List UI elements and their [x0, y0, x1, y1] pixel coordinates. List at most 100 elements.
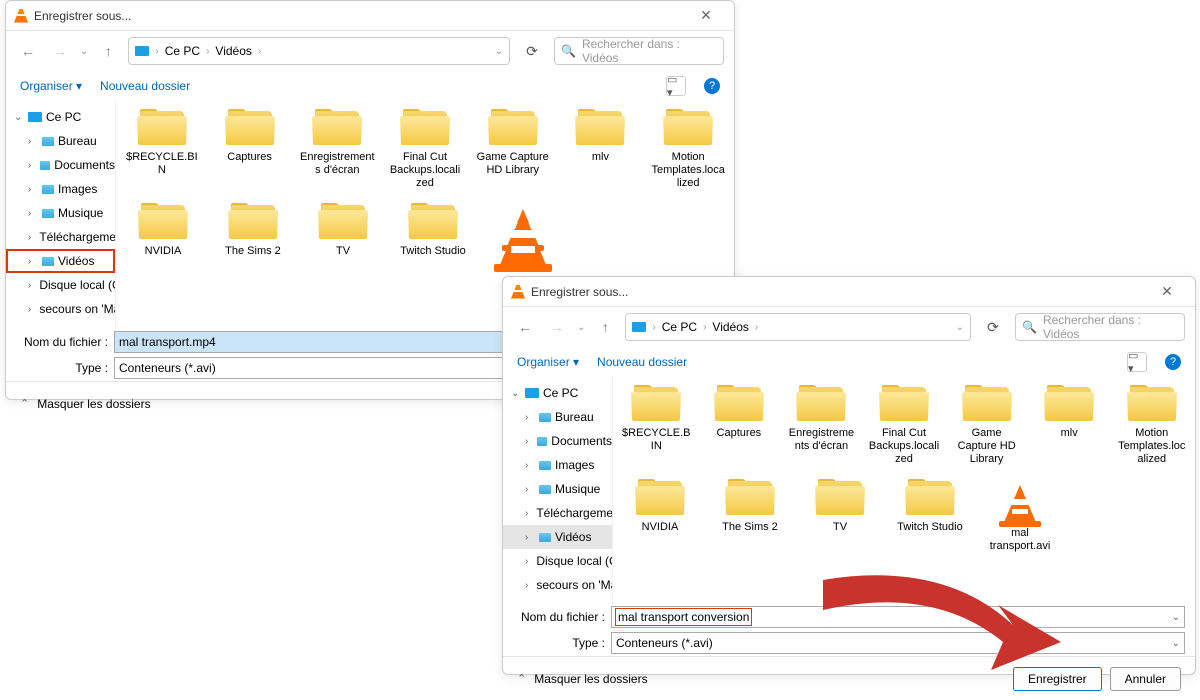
organize-menu[interactable]: Organiser ▾: [517, 355, 579, 369]
tree-item-videos[interactable]: ›Vidéos: [6, 249, 115, 273]
folder-item[interactable]: mlv: [563, 109, 639, 191]
tree-item-videos[interactable]: ›Vidéos: [503, 525, 612, 549]
help-icon[interactable]: ?: [704, 78, 720, 94]
tree-item-bureau[interactable]: ›Bureau: [503, 405, 612, 429]
folder-item[interactable]: Captures: [212, 109, 288, 191]
nav-back-icon[interactable]: ←: [513, 315, 537, 339]
help-icon[interactable]: ?: [1165, 354, 1181, 370]
folder-item[interactable]: $RECYCLE.BIN: [124, 109, 200, 191]
tree-item-images[interactable]: ›Images: [6, 177, 115, 201]
tree-item-musique[interactable]: ›Musique: [6, 201, 115, 225]
folder-icon: [229, 203, 277, 241]
refresh-icon[interactable]: ⟳: [979, 313, 1007, 341]
chevron-down-icon[interactable]: ⌄: [1172, 638, 1180, 649]
folder-icon: [40, 161, 50, 170]
folder-label: The Sims 2: [711, 521, 789, 534]
cancel-button[interactable]: Annuler: [1110, 667, 1181, 691]
tree-item-documents[interactable]: ›Documents: [503, 429, 612, 453]
breadcrumb-pc[interactable]: Ce PC: [165, 44, 200, 58]
refresh-icon[interactable]: ⟳: [518, 37, 546, 65]
chevron-down-icon[interactable]: ⌃: [20, 397, 29, 410]
folder-item[interactable]: Enregistrements d'écran: [786, 385, 857, 467]
nav-up-icon[interactable]: ↑: [96, 39, 120, 63]
folder-label: Captures: [212, 151, 288, 164]
address-bar[interactable]: › Ce PC › Vidéos › ⌄: [128, 37, 510, 65]
search-placeholder: Rechercher dans : Vidéos: [582, 37, 717, 65]
search-input[interactable]: 🔍 Rechercher dans : Vidéos: [1015, 313, 1185, 341]
chevron-right-icon: ›: [755, 322, 758, 333]
chevron-right-icon: ›: [28, 232, 31, 243]
tree-item-musique[interactable]: ›Musique: [503, 477, 612, 501]
address-bar[interactable]: › Ce PC › Vidéos › ⌄: [625, 313, 971, 341]
breadcrumb-pc[interactable]: Ce PC: [662, 320, 697, 334]
tree-item-images[interactable]: ›Images: [503, 453, 612, 477]
folder-label: mlv: [563, 151, 639, 164]
folder-label: NVIDIA: [621, 521, 699, 534]
chevron-down-icon[interactable]: ⌃: [517, 672, 526, 685]
nav-bar: ← → ⌄ ↑ › Ce PC › Vidéos › ⌄ ⟳ 🔍 Recherc…: [503, 307, 1195, 347]
view-button[interactable]: ▭ ▾: [666, 76, 686, 96]
tree-item-documents[interactable]: ›Documents: [6, 153, 115, 177]
nav-forward-icon[interactable]: →: [48, 39, 72, 63]
close-button[interactable]: ✕: [1147, 278, 1187, 306]
organize-menu[interactable]: Organiser ▾: [20, 79, 82, 93]
folder-item[interactable]: Game Capture HD Library: [951, 385, 1022, 467]
folder-label: Final Cut Backups.localized: [387, 151, 463, 191]
close-button[interactable]: ✕: [686, 2, 726, 30]
chevron-down-icon[interactable]: ⌄: [1172, 612, 1180, 623]
vlc-file-item[interactable]: mal transport.avi: [981, 479, 1059, 553]
tree-item-bureau[interactable]: ›Bureau: [6, 129, 115, 153]
chevron-down-icon[interactable]: ⌄: [495, 46, 503, 57]
history-dropdown-icon[interactable]: ⌄: [80, 46, 88, 57]
tree-root-pc[interactable]: ⌄Ce PC: [6, 105, 115, 129]
history-dropdown-icon[interactable]: ⌄: [577, 322, 585, 333]
nav-up-icon[interactable]: ↑: [593, 315, 617, 339]
chevron-right-icon: ›: [28, 208, 38, 219]
folder-item[interactable]: $RECYCLE.BIN: [621, 385, 692, 467]
filename-label: Nom du fichier :: [16, 335, 108, 349]
view-button[interactable]: ▭ ▾: [1127, 352, 1147, 372]
tree-root-pc[interactable]: ⌄Ce PC: [503, 381, 612, 405]
folder-label: $RECYCLE.BIN: [124, 151, 200, 177]
tree-item-disque-local[interactable]: ›Disque local (C: [6, 273, 115, 297]
folder-item[interactable]: TV: [801, 479, 879, 553]
chevron-right-icon: ›: [703, 322, 706, 333]
hide-folders-toggle[interactable]: Masquer les dossiers: [534, 672, 647, 686]
nav-forward-icon[interactable]: →: [545, 315, 569, 339]
folder-item[interactable]: Enregistrements d'écran: [299, 109, 375, 191]
chevron-right-icon: ›: [525, 556, 528, 567]
tree-item-secours[interactable]: ›secours on 'Ma: [503, 573, 612, 597]
tree-item-telechargements[interactable]: ›Téléchargemen: [6, 225, 115, 249]
hide-folders-toggle[interactable]: Masquer les dossiers: [37, 397, 150, 411]
folder-item[interactable]: Final Cut Backups.localized: [869, 385, 940, 467]
chevron-down-icon: ⌄: [511, 388, 521, 399]
tree-item-secours[interactable]: ›secours on 'Ma: [6, 297, 115, 321]
folder-item[interactable]: The Sims 2: [214, 203, 292, 264]
folder-icon: [576, 109, 624, 147]
new-folder-button[interactable]: Nouveau dossier: [597, 355, 687, 369]
folder-item[interactable]: Motion Templates.localized: [650, 109, 726, 191]
folder-item[interactable]: NVIDIA: [621, 479, 699, 553]
folder-icon: [226, 109, 274, 147]
folder-icon: [880, 385, 928, 423]
folder-item[interactable]: Game Capture HD Library: [475, 109, 551, 191]
new-folder-button[interactable]: Nouveau dossier: [100, 79, 190, 93]
folder-item[interactable]: The Sims 2: [711, 479, 789, 553]
breadcrumb-folder[interactable]: Vidéos: [712, 320, 748, 334]
folder-item[interactable]: Final Cut Backups.localized: [387, 109, 463, 191]
nav-back-icon[interactable]: ←: [16, 39, 40, 63]
chevron-right-icon: ›: [28, 184, 38, 195]
search-input[interactable]: 🔍 Rechercher dans : Vidéos: [554, 37, 724, 65]
folder-item[interactable]: NVIDIA: [124, 203, 202, 264]
tree-item-disque-local[interactable]: ›Disque local (C: [503, 549, 612, 573]
folder-item[interactable]: Captures: [704, 385, 775, 467]
folder-item[interactable]: TV: [304, 203, 382, 264]
folder-item[interactable]: Motion Templates.localized: [1116, 385, 1187, 467]
folder-item[interactable]: Twitch Studio: [891, 479, 969, 553]
chevron-down-icon[interactable]: ⌄: [956, 322, 964, 333]
tree-item-telechargements[interactable]: ›Téléchargemen: [503, 501, 612, 525]
breadcrumb-folder[interactable]: Vidéos: [215, 44, 251, 58]
chevron-right-icon: ›: [525, 412, 535, 423]
folder-item[interactable]: Twitch Studio: [394, 203, 472, 264]
folder-item[interactable]: mlv: [1034, 385, 1105, 467]
